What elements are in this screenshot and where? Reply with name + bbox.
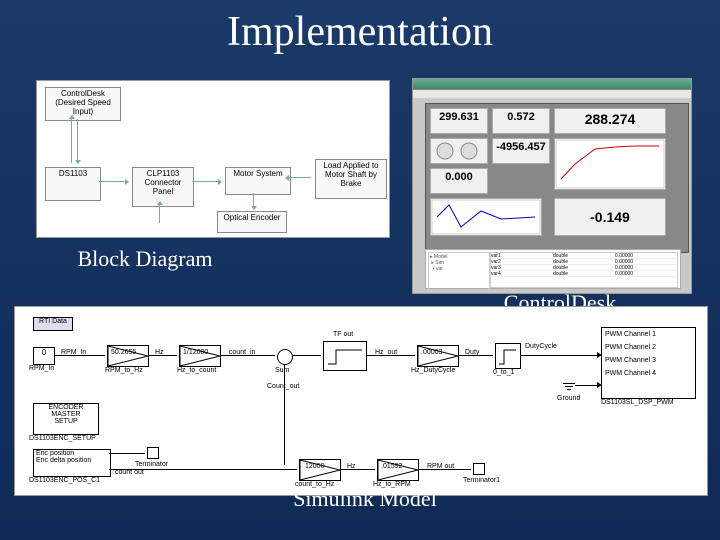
wire: [419, 469, 471, 470]
cd-tree: ▸ Model ▸ Sim ▪ var: [428, 252, 490, 290]
bd-controldesk: ControlDesk (Desired Speed Input): [45, 87, 121, 121]
label: 1/12000: [183, 349, 208, 356]
label: 12000: [305, 463, 324, 470]
cd-plot-1: [554, 138, 666, 190]
label: DS1103ENC_SETUP: [29, 435, 96, 442]
wire: [109, 469, 297, 470]
bd-encoder: Optical Encoder: [217, 211, 287, 233]
cd-display-3: 288.274: [554, 108, 666, 134]
slide-title: Implementation: [0, 0, 720, 62]
label: count out: [115, 469, 144, 476]
arrow-icon: [192, 181, 221, 182]
cd-table: var1double0.00000 var2double0.00000 var3…: [490, 252, 678, 288]
cd-display-4: 0.000: [430, 168, 488, 194]
cd-toolbar: [413, 90, 691, 99]
arrow-icon: [289, 177, 311, 178]
label: DutyCycle: [525, 343, 557, 350]
arrow-icon: [99, 181, 128, 182]
label: Hz_to_count: [177, 367, 216, 374]
label: 0_to_1: [493, 369, 514, 376]
wire: [149, 355, 177, 356]
simulink-caption: Simulink Model: [280, 486, 450, 512]
terminator-icon: [473, 463, 485, 475]
arrow-icon: [71, 119, 72, 163]
label: RPM_In: [29, 365, 54, 372]
cd-display-1: 299.631: [430, 108, 488, 134]
arrow-icon: [597, 382, 605, 388]
sum-block: [277, 349, 293, 365]
label: Ground: [557, 395, 580, 402]
block-diagram-panel: ControlDesk (Desired Speed Input) DS1103…: [36, 80, 390, 238]
rti-badge: RTI Data: [33, 317, 73, 331]
cd-plot-2: [430, 198, 542, 236]
label: 50.2655: [111, 349, 136, 356]
bd-ds1103: DS1103: [45, 167, 101, 201]
label: Terminator1: [463, 477, 500, 484]
block-diagram-caption: Block Diagram: [70, 246, 220, 272]
label: DS1103SL_DSP_PWM: [601, 399, 674, 406]
label: RPM_to_Hz: [105, 367, 143, 374]
cd-titlebar: [413, 79, 691, 90]
wire: [459, 355, 493, 356]
cd-lower-pane: ▸ Model ▸ Sim ▪ var var1double0.00000 va…: [425, 249, 681, 289]
wire: [109, 453, 145, 454]
wire: [221, 355, 275, 356]
terminator-icon: [147, 447, 159, 459]
wire: [341, 469, 375, 470]
wire: [284, 365, 285, 465]
tf-block: [323, 341, 367, 371]
controldesk-panel: 299.631 0.572 288.274 -4956.457 0.000 -0…: [412, 78, 692, 294]
label: .01592: [381, 463, 402, 470]
label: Hz_DutyCycle: [411, 367, 455, 374]
cd-display-2: 0.572: [492, 108, 550, 134]
wire: [521, 355, 599, 356]
cd-main-area: 299.631 0.572 288.274 -4956.457 0.000 -0…: [425, 103, 689, 253]
wire: [575, 385, 599, 386]
bd-connector: CLP1103 Connector Panel: [132, 167, 194, 207]
bd-load: Load Applied to Motor Shaft by Brake: [315, 159, 387, 199]
arrow-icon: [253, 193, 254, 209]
arrow-icon: [159, 205, 160, 223]
saturate-block: [495, 343, 521, 369]
wire: [293, 355, 321, 356]
enc-pos-block: Enc position Enc delta position: [33, 449, 111, 477]
label: .00003: [421, 349, 442, 356]
bd-motor: Motor System: [225, 167, 291, 195]
const-block: 0: [33, 347, 55, 365]
label: TF out: [333, 331, 353, 338]
pwm-block: PWM Channel 1 PWM Channel 2 PWM Channel …: [601, 327, 696, 399]
label: DS1103ENC_POS_C1: [29, 477, 100, 484]
enc-setup-block: ENCODER MASTER SETUP: [33, 403, 99, 435]
simulink-panel: RTI Data 0 RPM_In RPM_In 50.2655 RPM_to_…: [14, 306, 708, 496]
cd-knob: [430, 138, 488, 164]
ground-icon: [563, 381, 575, 391]
label: Terminator: [135, 461, 168, 468]
arrow-icon: [77, 119, 78, 163]
label: Sum: [275, 367, 289, 374]
wire: [367, 355, 415, 356]
wire: [55, 355, 105, 356]
cd-display-5: -4956.457: [492, 138, 550, 164]
cd-display-6: -0.149: [554, 198, 666, 236]
arrow-icon: [597, 352, 605, 358]
